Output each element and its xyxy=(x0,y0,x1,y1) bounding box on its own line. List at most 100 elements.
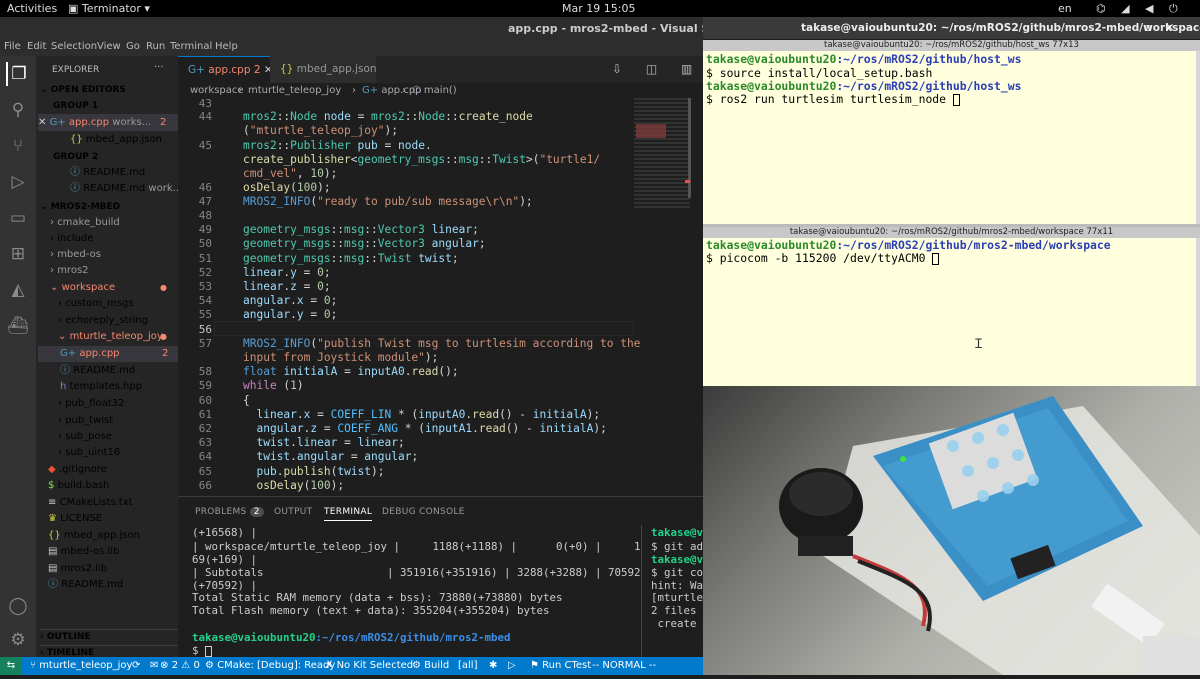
menu-help[interactable]: Help xyxy=(215,41,238,52)
code-line[interactable]: MROS2_INFO("ready to pub/sub message\r\n… xyxy=(243,195,533,208)
tree-cmakelists[interactable]: ≡ CMakeLists.txt xyxy=(48,497,133,509)
tree-include[interactable]: › include xyxy=(50,233,93,245)
app-menu[interactable]: ▣ Terminator ▾ xyxy=(68,2,150,15)
tab-debug-console[interactable]: DEBUG CONSOLE xyxy=(382,507,465,517)
tree-app-cpp[interactable]: G+ app.cpp 2 xyxy=(38,346,178,362)
tab-mbed-app-json[interactable]: {} mbed_app.json xyxy=(270,56,377,83)
search-icon[interactable]: ⚲ xyxy=(6,98,30,122)
cmake-icon[interactable]: ◭ xyxy=(6,278,30,302)
window-controls[interactable]: –▫✕ xyxy=(1125,17,1188,39)
problems-status[interactable]: ⊗ 2 ⚠ 0 xyxy=(157,660,200,671)
tab-output[interactable]: OUTPUT xyxy=(274,507,312,517)
cmake-build-button[interactable]: ⚙ Build xyxy=(412,660,449,671)
tree-mbed-os-lib[interactable]: ▤ mbed-os.lib xyxy=(48,546,119,558)
menu-view[interactable]: View xyxy=(97,41,121,52)
open-editors-header[interactable]: ⌄ OPEN EDITORS xyxy=(40,84,126,96)
code-line[interactable]: mros2::Node node = mros2::Node::create_n… xyxy=(243,110,533,123)
code-line[interactable]: osDelay(100); xyxy=(243,181,331,194)
tab-app-cpp[interactable]: G+ app.cpp 2 ✕ xyxy=(178,56,273,83)
terminal-input[interactable]: $ xyxy=(192,644,213,657)
menu-go[interactable]: Go xyxy=(126,41,140,52)
code-line[interactable]: MROS2_INFO("publish Twist msg to turtles… xyxy=(243,337,640,350)
outline-section[interactable]: › OUTLINE xyxy=(40,629,178,643)
cmake-target[interactable]: [all] xyxy=(458,660,478,671)
remote-explorer-icon[interactable]: ▭ xyxy=(6,206,30,230)
code-line[interactable]: linear.y = 0; xyxy=(243,266,331,279)
menu-run[interactable]: Run xyxy=(146,41,165,52)
tree-mros2[interactable]: › mros2 xyxy=(50,265,89,277)
tab-problems[interactable]: PROBLEMS 2 xyxy=(195,507,264,517)
system-tray-icons[interactable]: ⌬ ◢ ◀ ⏻ xyxy=(1096,2,1184,16)
menu-terminal[interactable]: Terminal xyxy=(170,41,212,52)
code-line[interactable]: geometry_msgs::msg::Vector3 angular; xyxy=(243,237,486,250)
open-editor-readme-1[interactable]: ⓘ README.md xyxy=(70,167,145,179)
code-line[interactable]: twist.linear = linear; xyxy=(243,436,404,449)
tree-mbed-app-json[interactable]: {} mbed_app.json xyxy=(48,530,140,542)
pane1-command-line[interactable]: $ ros2 run turtlesim turtlesim_node xyxy=(706,92,960,106)
tab-terminal[interactable]: TERMINAL xyxy=(324,507,373,521)
pane2-scrollbar[interactable] xyxy=(1196,238,1200,386)
code-line[interactable]: cmd_vel", 10); xyxy=(243,167,337,180)
tree-license[interactable]: ♛ LICENSE xyxy=(48,513,102,525)
tree-gitignore[interactable]: ◆ .gitignore xyxy=(48,464,107,476)
code-line[interactable]: angular.z = COEFF_ANG * (inputA1.read() … xyxy=(243,422,606,435)
code-line[interactable]: input from Joystick module"); xyxy=(243,351,438,364)
code-line[interactable]: linear.z = 0; xyxy=(243,280,331,293)
run-ctest-button[interactable]: ⚑ Run CTest xyxy=(530,660,591,671)
explorer-icon[interactable]: ❐ xyxy=(6,62,30,86)
tree-sub-uint16[interactable]: › sub_uint16 xyxy=(58,447,120,459)
code-line[interactable]: float initialA = inputA0.read(); xyxy=(243,365,459,378)
tree-pub-float32[interactable]: › pub_float32 xyxy=(58,398,124,410)
account-icon[interactable]: ◯ xyxy=(6,594,30,618)
pane2-command-line[interactable]: $ picocom -b 115200 /dev/ttyACM0 xyxy=(706,251,940,265)
tree-readme-root[interactable]: ⓘ README.md xyxy=(48,579,123,591)
tree-readme-md[interactable]: ⓘ README.md xyxy=(60,365,135,377)
tree-mros2-lib[interactable]: ▤ mros2.lib xyxy=(48,563,107,575)
code-line[interactable]: pub.publish(twist); xyxy=(243,465,384,478)
code-line[interactable]: osDelay(100); xyxy=(243,479,344,492)
tree-workspace[interactable]: ⌄ workspace ● xyxy=(50,282,167,294)
code-line[interactable]: ("mturtle_teleop_joy"); xyxy=(243,124,398,137)
code-line[interactable]: { xyxy=(243,394,250,407)
run-debug-icon[interactable]: ▷ xyxy=(6,170,30,194)
cmake-kit[interactable]: ✗ No Kit Selected xyxy=(325,660,413,671)
activities-button[interactable]: Activities xyxy=(7,2,57,15)
code-line[interactable]: geometry_msgs::msg::Vector3 linear; xyxy=(243,223,479,236)
code-line[interactable]: angular.x = 0; xyxy=(243,294,337,307)
tree-mbed-os[interactable]: › mbed-os xyxy=(50,249,101,261)
tree-echoreply-string[interactable]: › echoreply_string xyxy=(58,315,148,327)
code-line[interactable]: angular.y = 0; xyxy=(243,308,337,321)
clock[interactable]: Mar 19 15:05 xyxy=(562,2,635,15)
git-branch[interactable]: ⑂ mturtle_teleop_joy xyxy=(30,660,132,671)
sync-icon[interactable]: ⟳ xyxy=(132,660,140,671)
extensions-icon[interactable]: ⊞ xyxy=(6,242,30,266)
tree-sub-pose[interactable]: › sub_pose xyxy=(58,431,112,443)
cmake-status[interactable]: ⚙ CMake: [Debug]: Ready xyxy=(205,660,335,671)
menu-file[interactable]: File xyxy=(4,41,21,52)
tree-pub-twist[interactable]: › pub_twist xyxy=(58,415,113,427)
project-header[interactable]: ⌄ MROS2-MBED xyxy=(40,201,120,213)
tree-custom-msgs[interactable]: › custom_msgs xyxy=(58,298,134,310)
breadcrumb[interactable]: workspace › mturtle_teleop_joy › G+ app.… xyxy=(178,83,703,98)
code-line[interactable]: while (1) xyxy=(243,379,304,392)
docker-icon[interactable]: ⛴ xyxy=(6,314,30,338)
code-line[interactable]: twist.angular = angular; xyxy=(243,450,418,463)
tree-build-bash[interactable]: $ build.bash xyxy=(48,480,109,492)
menu-edit[interactable]: Edit xyxy=(27,41,46,52)
code-line[interactable]: create_publisher<geometry_msgs::msg::Twi… xyxy=(243,153,600,166)
minimap[interactable] xyxy=(634,98,690,208)
tree-cmake-build[interactable]: › cmake_build xyxy=(50,217,120,229)
tree-templates-hpp[interactable]: h templates.hpp xyxy=(60,381,142,393)
manage-gear-icon[interactable]: ⚙ xyxy=(6,628,30,652)
code-line[interactable]: geometry_msgs::msg::Twist twist; xyxy=(243,252,459,265)
more-actions-icon[interactable]: ··· xyxy=(154,62,164,74)
remote-indicator-icon[interactable]: ⇆ xyxy=(0,657,22,675)
terminal-prompt[interactable]: takase@vaioubuntu20:~/ros/mROS2/github/m… xyxy=(192,631,511,644)
tree-mturtle-teleop-joy[interactable]: ⌄ mturtle_teleop_joy ● xyxy=(58,331,167,343)
open-editor-app-cpp[interactable]: ✕ G+ app.cpp works... 2 xyxy=(38,114,178,131)
source-control-icon[interactable]: ⑂ xyxy=(6,134,30,158)
menu-selection[interactable]: Selection xyxy=(51,41,97,52)
open-editor-mbed-app-json[interactable]: {} mbed_app.json xyxy=(70,134,162,146)
language-indicator[interactable]: en xyxy=(1058,2,1072,15)
code-line[interactable]: mros2::Publisher pub = node. xyxy=(243,139,432,152)
